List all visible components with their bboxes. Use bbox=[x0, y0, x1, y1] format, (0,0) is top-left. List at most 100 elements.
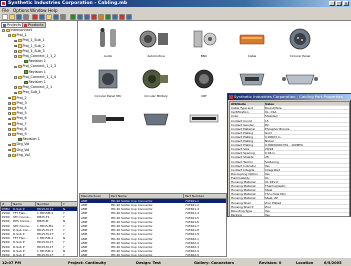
folder-icon bbox=[11, 101, 16, 105]
expand-icon[interactable]: + bbox=[8, 117, 11, 120]
expand-icon[interactable]: + bbox=[14, 49, 17, 53]
collapse-icon[interactable]: − bbox=[8, 34, 11, 37]
collapse-icon[interactable]: − bbox=[8, 133, 11, 136]
undo-icon[interactable] bbox=[53, 14, 59, 20]
gallery-item-label: Automotive bbox=[147, 53, 165, 58]
hd-connector-icon bbox=[134, 105, 178, 133]
grid-icon[interactable] bbox=[77, 14, 83, 20]
tree-node[interactable]: + Eng_Vol bbox=[0, 153, 77, 158]
close-button[interactable]: × bbox=[343, 1, 349, 6]
gallery-item[interactable] bbox=[182, 105, 226, 139]
filter-icon[interactable] bbox=[70, 14, 76, 20]
revision-icon bbox=[23, 80, 28, 84]
search-icon[interactable] bbox=[60, 14, 66, 20]
expand-icon[interactable]: + bbox=[14, 44, 17, 47]
folder-icon bbox=[5, 28, 10, 32]
gallery-item[interactable]: CRT bbox=[182, 65, 226, 99]
new-icon[interactable] bbox=[2, 14, 8, 20]
gallery-item[interactable]: Circular Panel bbox=[278, 25, 322, 59]
collapse-icon[interactable]: − bbox=[2, 29, 5, 32]
part-properties-window[interactable]: Synthetic Industries Corporation - Cabli… bbox=[227, 93, 351, 217]
gallery-item[interactable]: Cable bbox=[230, 25, 274, 59]
collapse-icon[interactable]: − bbox=[14, 75, 17, 79]
cut-icon[interactable] bbox=[32, 14, 38, 20]
folder-icon bbox=[11, 106, 16, 110]
crt-connector-icon bbox=[182, 65, 226, 93]
folder-icon bbox=[11, 143, 16, 147]
gallery-item[interactable]: Circular Military bbox=[134, 65, 178, 99]
folder-icon bbox=[11, 132, 16, 136]
collapse-icon[interactable]: − bbox=[14, 65, 17, 68]
chart-icon[interactable] bbox=[91, 14, 97, 20]
folder-icon bbox=[11, 127, 16, 131]
status-location: Location bbox=[296, 260, 314, 265]
expand-icon[interactable]: + bbox=[8, 153, 11, 157]
link-icon[interactable] bbox=[112, 14, 118, 20]
toolbar bbox=[0, 13, 351, 21]
gallery-item-label: CRT bbox=[201, 93, 207, 98]
dsub-connector-icon bbox=[230, 65, 274, 93]
open-icon[interactable] bbox=[9, 14, 15, 20]
tree-node-label: Eng_Vol bbox=[16, 152, 30, 157]
print-icon[interactable] bbox=[23, 14, 29, 20]
expand-icon[interactable]: + bbox=[8, 96, 11, 99]
list-icon[interactable] bbox=[84, 14, 90, 20]
expand-icon[interactable]: + bbox=[8, 143, 11, 146]
menu-options[interactable]: Options bbox=[13, 8, 29, 13]
folder-icon bbox=[17, 65, 22, 69]
collapse-icon[interactable]: − bbox=[14, 55, 17, 58]
tab-products[interactable]: Products bbox=[22, 21, 46, 28]
expand-icon[interactable]: + bbox=[14, 91, 17, 94]
paste-icon[interactable] bbox=[46, 14, 52, 20]
save-icon[interactable] bbox=[16, 14, 22, 20]
bnc-connector-icon bbox=[182, 25, 226, 53]
expand-icon[interactable]: + bbox=[8, 112, 11, 115]
gallery-item[interactable]: BNC bbox=[182, 25, 226, 59]
expand-icon[interactable]: + bbox=[14, 86, 17, 89]
help-icon[interactable] bbox=[126, 14, 132, 20]
menu-file[interactable]: File bbox=[2, 8, 9, 13]
folder-icon bbox=[17, 44, 22, 48]
circular-panel-mtc-icon bbox=[86, 65, 130, 93]
expand-icon[interactable]: + bbox=[8, 122, 11, 125]
folder-icon bbox=[17, 49, 22, 53]
expand-icon[interactable]: + bbox=[8, 101, 11, 105]
copy-icon[interactable] bbox=[39, 14, 45, 20]
gallery-item[interactable] bbox=[86, 105, 130, 139]
revision-icon bbox=[23, 70, 28, 74]
properties-grid: Attribute Value Cable Type and Round/Wire Ce… bbox=[229, 101, 350, 217]
menu-help[interactable]: Help bbox=[48, 8, 58, 13]
palette-icon[interactable] bbox=[98, 14, 104, 20]
minimize-button[interactable]: _ bbox=[329, 1, 335, 6]
properties-title-bar[interactable]: Synthetic Industries Corporation - Cabli… bbox=[228, 94, 351, 100]
expand-icon[interactable]: + bbox=[8, 127, 11, 131]
status-bar: 12:07 PM Project: Continuity Design: Tes… bbox=[0, 257, 351, 266]
window-title: Synthetic Industries Corporation - Cabli… bbox=[8, 0, 128, 6]
project-tree: − Interconnect − Proj_1 + Proj_1_Sub_1 + Proj_1… bbox=[0, 28, 77, 200]
gallery-item[interactable] bbox=[134, 105, 178, 139]
app-icon bbox=[1, 1, 6, 6]
menu-window[interactable]: Window bbox=[30, 8, 47, 13]
status-date: 6/5/2005 bbox=[324, 260, 342, 265]
audio-connector-icon bbox=[86, 25, 130, 53]
property-value: Yes bbox=[265, 212, 270, 217]
status-revision: Revision: 0 bbox=[259, 260, 282, 265]
project-tree-panel: Projects Products − Interconnect − Proj_1 + P… bbox=[0, 21, 78, 201]
products-tab-icon bbox=[24, 23, 27, 27]
gallery-item[interactable]: Circular Panel Mtc bbox=[86, 65, 130, 99]
globe-icon[interactable] bbox=[105, 14, 111, 20]
property-row[interactable]: Packing Yes bbox=[230, 212, 349, 217]
status-gallery: Gallery: Connectors bbox=[194, 260, 234, 265]
maximize-button[interactable]: □ bbox=[336, 1, 342, 6]
gallery-item[interactable]: Audio bbox=[86, 25, 130, 59]
project-parts-table: # Name Number Y P3BU D-Sub P HD15-M-1T N P2D0 TFT… bbox=[0, 201, 78, 257]
expand-icon[interactable]: + bbox=[8, 148, 11, 151]
expand-icon[interactable]: + bbox=[8, 107, 11, 110]
tab-projects[interactable]: Projects bbox=[1, 21, 24, 28]
folder-icon bbox=[17, 85, 22, 90]
revision-icon bbox=[23, 59, 28, 64]
property-name: Packing bbox=[231, 212, 243, 217]
tag-icon[interactable] bbox=[119, 14, 125, 20]
gallery-item[interactable]: Automotive bbox=[134, 25, 178, 59]
expand-icon[interactable]: + bbox=[14, 39, 17, 42]
